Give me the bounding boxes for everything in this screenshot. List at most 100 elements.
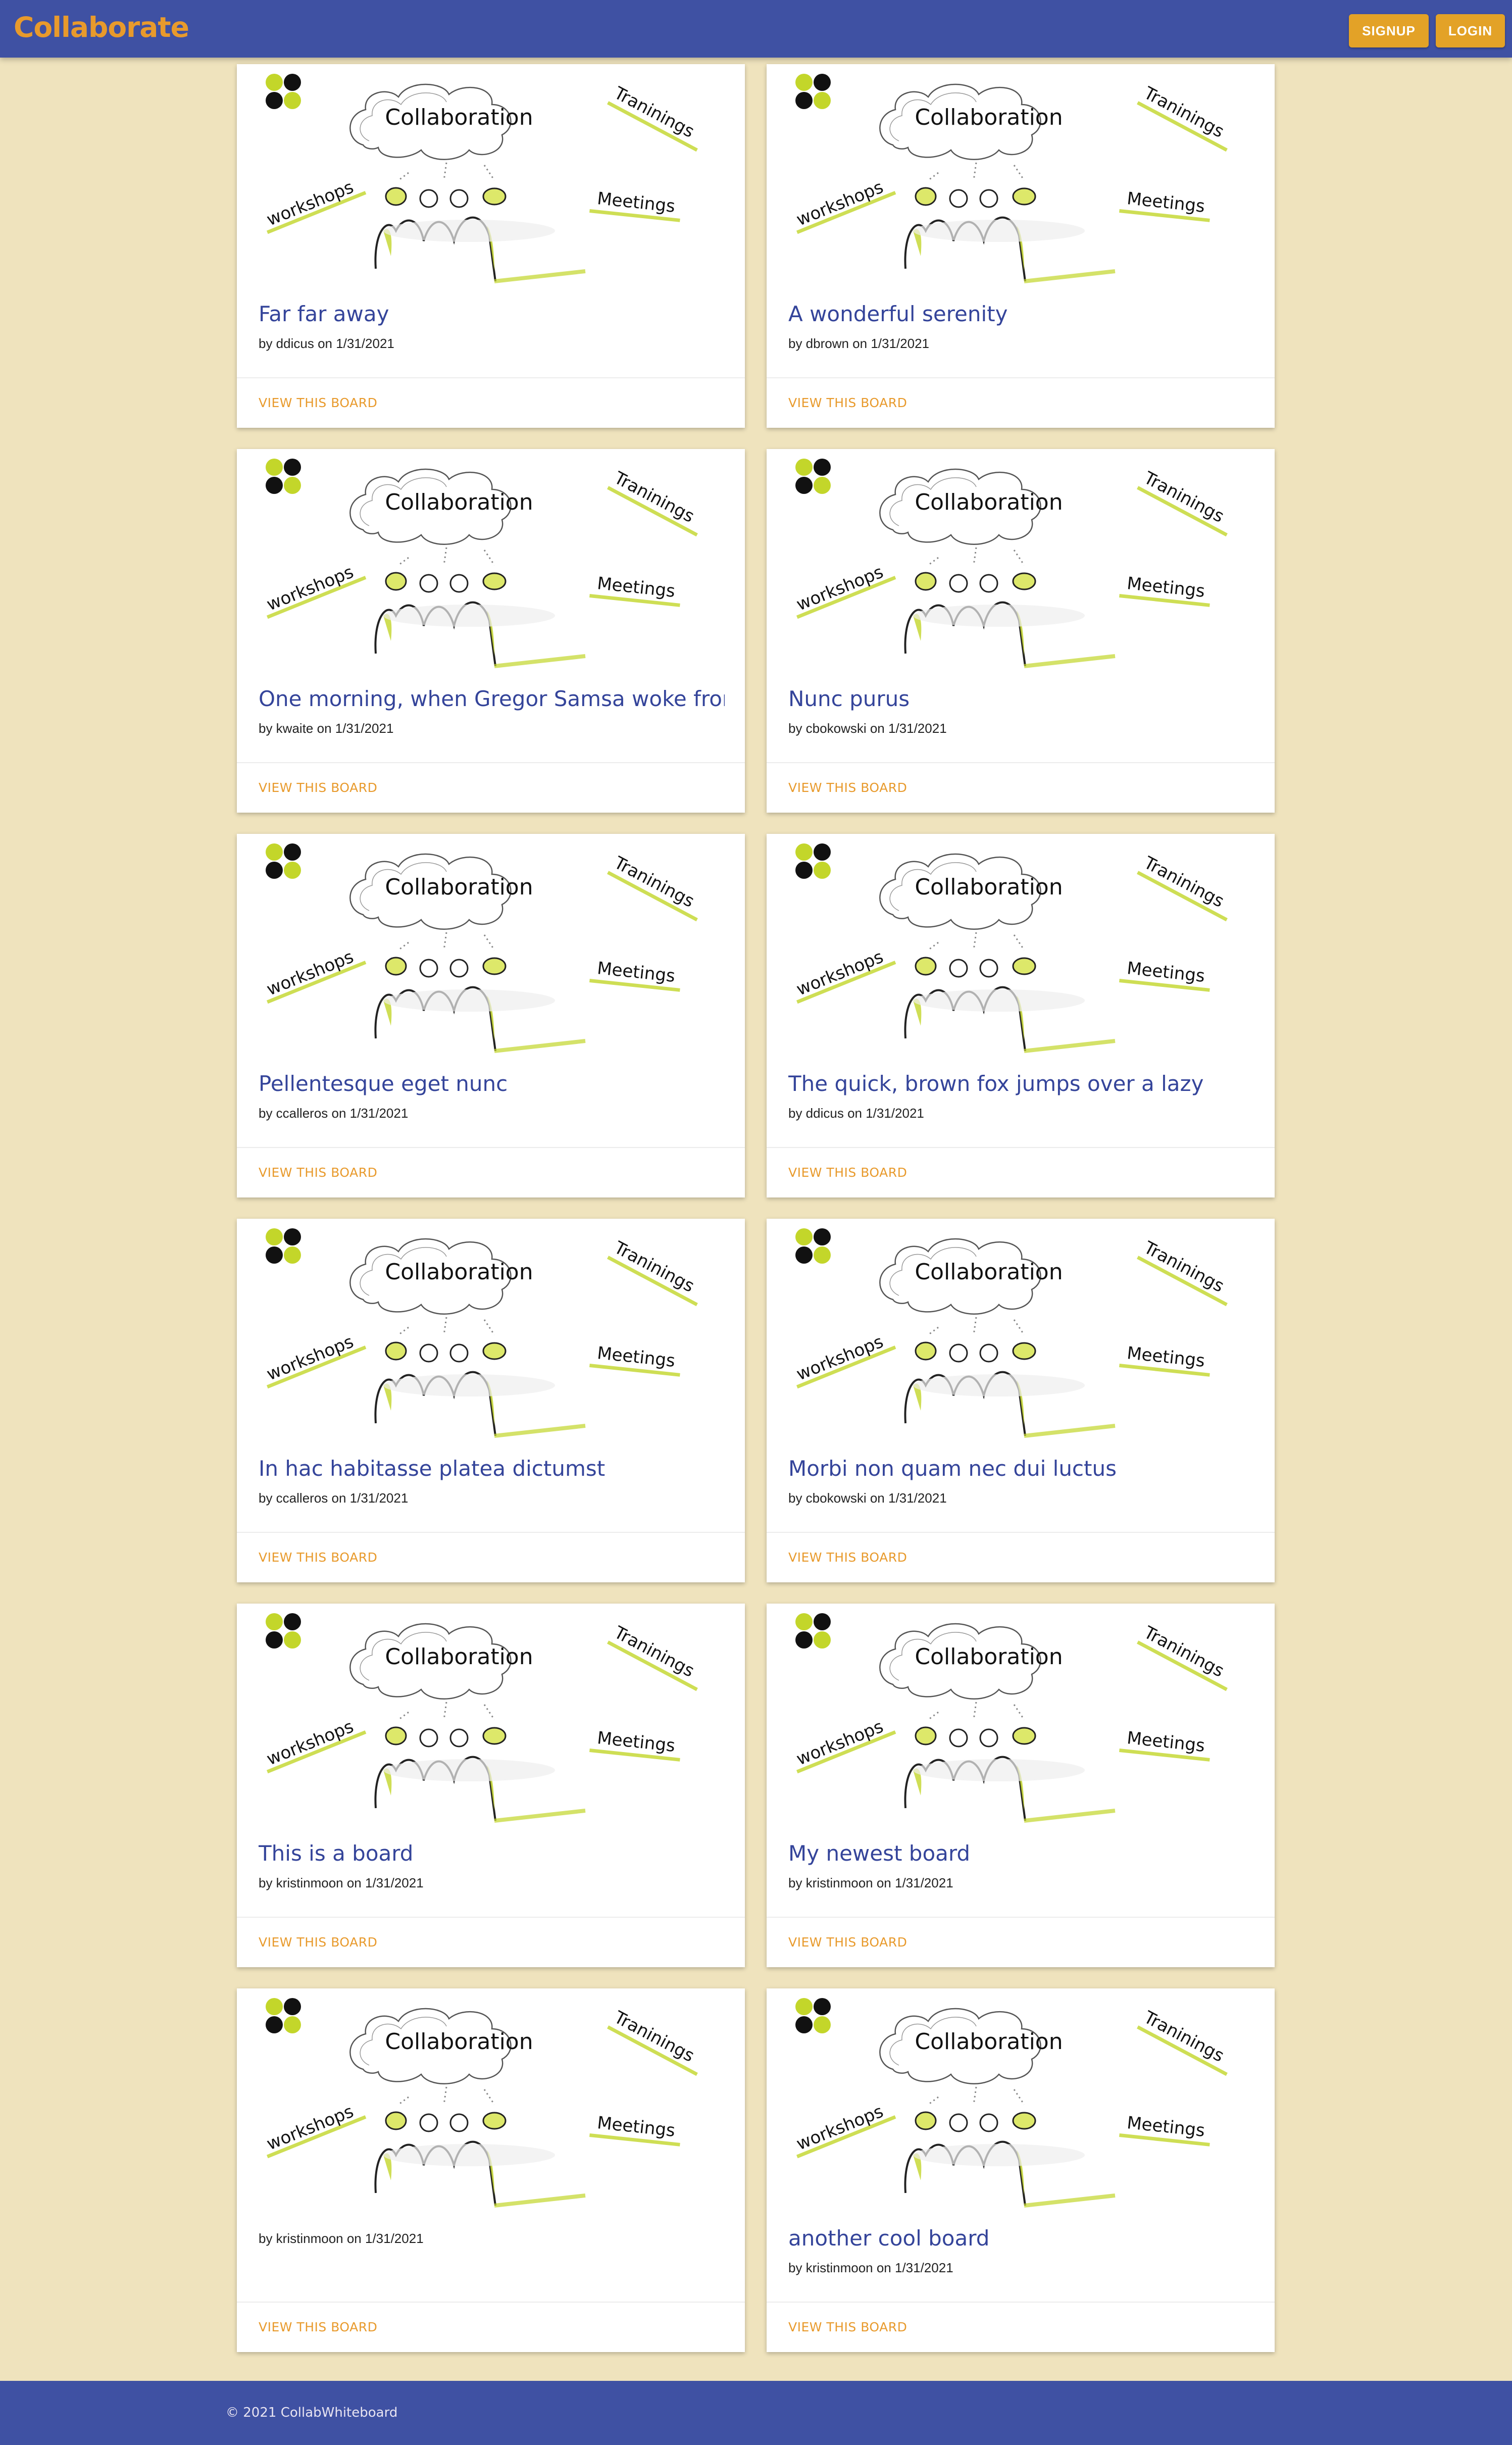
view-board-link[interactable]: VIEW THIS BOARD <box>788 2320 907 2334</box>
login-button[interactable]: LOGIN <box>1436 14 1505 47</box>
people-figures-icon <box>374 547 586 668</box>
collaboration-label: Collaboration <box>385 2029 533 2055</box>
collaboration-label: Collaboration <box>385 1644 533 1670</box>
workshops-label: workshops <box>264 1331 367 1389</box>
collaboration-label: Collaboration <box>915 2029 1063 2055</box>
card-divider <box>237 377 745 378</box>
meetings-label: Meetings <box>1119 573 1210 607</box>
collaboration-label: Collaboration <box>915 874 1063 900</box>
workshops-label: workshops <box>793 177 896 234</box>
view-board-link[interactable]: VIEW THIS BOARD <box>788 395 907 410</box>
card-divider <box>767 1147 1275 1148</box>
trainings-label: Traninings <box>607 468 698 537</box>
trainings-label: Traninings <box>607 853 698 922</box>
board-meta: by kristinmoon on 1/31/2021 <box>788 2260 953 2275</box>
meetings-label: Meetings <box>589 2113 680 2147</box>
workshops-label: workshops <box>264 946 367 1004</box>
board-card: Collaboration Traninings workshops Meeti… <box>767 834 1275 1197</box>
clover-logo-icon <box>795 843 831 879</box>
board-thumbnail: Collaboration Traninings workshops Meeti… <box>793 74 1228 283</box>
people-figures-icon <box>904 1317 1116 1438</box>
meetings-label: Meetings <box>589 573 680 607</box>
board-thumbnail: Collaboration Traninings workshops Meeti… <box>264 1613 698 1823</box>
meetings-label: Meetings <box>589 188 680 222</box>
people-figures-icon <box>374 162 586 283</box>
view-board-link[interactable]: VIEW THIS BOARD <box>259 1550 377 1565</box>
trainings-label: Traninings <box>1137 1237 1228 1307</box>
board-title: This is a board <box>259 1841 414 1866</box>
people-figures-icon <box>904 932 1116 1053</box>
collaboration-label: Collaboration <box>385 1259 533 1285</box>
brand-logo[interactable]: Collaborate <box>14 11 189 43</box>
footer-copyright: © 2021 CollabWhiteboard <box>226 2405 398 2420</box>
collaboration-label: Collaboration <box>915 1259 1063 1285</box>
view-board-link[interactable]: VIEW THIS BOARD <box>259 780 377 795</box>
board-title: Pellentesque eget nunc <box>259 1071 508 1096</box>
people-figures-icon <box>374 1317 586 1438</box>
board-card: Collaboration Traninings workshops Meeti… <box>767 449 1275 813</box>
board-title: Nunc purus <box>788 686 910 711</box>
meetings-label: Meetings <box>1119 1343 1210 1377</box>
board-card: Collaboration Traninings workshops Meeti… <box>237 834 745 1197</box>
trainings-label: Traninings <box>1137 853 1228 922</box>
board-title: The quick, brown fox jumps over a lazy <box>788 1071 1204 1096</box>
signup-button[interactable]: SIGNUP <box>1349 14 1429 47</box>
view-board-link[interactable]: VIEW THIS BOARD <box>259 1165 377 1180</box>
collaboration-label: Collaboration <box>915 105 1063 130</box>
meetings-label: Meetings <box>589 1343 680 1377</box>
meetings-label: Meetings <box>589 958 680 992</box>
view-board-link[interactable]: VIEW THIS BOARD <box>788 780 907 795</box>
card-divider <box>237 1917 745 1918</box>
clover-logo-icon <box>795 459 831 494</box>
workshops-label: workshops <box>793 2101 896 2159</box>
footer: © 2021 CollabWhiteboard <box>0 2381 1512 2445</box>
trainings-label: Traninings <box>1137 468 1228 537</box>
board-title: In hac habitasse platea dictumst <box>259 1456 606 1481</box>
workshops-label: workshops <box>793 946 896 1004</box>
view-board-link[interactable]: VIEW THIS BOARD <box>788 1550 907 1565</box>
clover-logo-icon <box>795 1998 831 2033</box>
card-divider <box>767 377 1275 378</box>
board-title: Morbi non quam nec dui luctus <box>788 1456 1117 1481</box>
meetings-label: Meetings <box>1119 188 1210 222</box>
trainings-label: Traninings <box>1137 1622 1228 1691</box>
board-card: Collaboration Traninings workshops Meeti… <box>237 1988 745 2352</box>
board-title: My newest board <box>788 1841 971 1866</box>
clover-logo-icon <box>266 843 301 879</box>
board-meta: by kristinmoon on 1/31/2021 <box>788 1875 953 1890</box>
people-figures-icon <box>904 547 1116 668</box>
workshops-label: workshops <box>264 562 367 619</box>
board-grid: Collaboration Traninings workshops Meeti… <box>237 64 1275 2352</box>
clover-logo-icon <box>266 1998 301 2033</box>
trainings-label: Traninings <box>1137 83 1228 152</box>
people-figures-icon <box>904 2086 1116 2208</box>
view-board-link[interactable]: VIEW THIS BOARD <box>259 395 377 410</box>
board-meta: by ddicus on 1/31/2021 <box>259 336 394 351</box>
people-figures-icon <box>374 1702 586 1823</box>
workshops-label: workshops <box>793 562 896 619</box>
trainings-label: Traninings <box>607 1237 698 1307</box>
card-divider <box>237 1532 745 1533</box>
board-thumbnail: Collaboration Traninings workshops Meeti… <box>264 1228 698 1438</box>
app-bar: Collaborate SIGNUP LOGIN <box>0 0 1512 58</box>
clover-logo-icon <box>795 74 831 109</box>
view-board-link[interactable]: VIEW THIS BOARD <box>259 2320 377 2334</box>
board-card: Collaboration Traninings workshops Meeti… <box>237 449 745 813</box>
board-meta: by kristinmoon on 1/31/2021 <box>259 1875 424 1890</box>
board-thumbnail: Collaboration Traninings workshops Meeti… <box>264 74 698 283</box>
board-thumbnail: Collaboration Traninings workshops Meeti… <box>793 459 1228 668</box>
board-card: Collaboration Traninings workshops Meeti… <box>237 64 745 428</box>
view-board-link[interactable]: VIEW THIS BOARD <box>788 1165 907 1180</box>
board-meta: by ddicus on 1/31/2021 <box>788 1106 924 1121</box>
board-meta: by dbrown on 1/31/2021 <box>788 336 929 351</box>
board-card: Collaboration Traninings workshops Meeti… <box>767 1988 1275 2352</box>
trainings-label: Traninings <box>607 1622 698 1691</box>
board-card: Collaboration Traninings workshops Meeti… <box>767 1604 1275 1967</box>
trainings-label: Traninings <box>607 83 698 152</box>
view-board-link[interactable]: VIEW THIS BOARD <box>788 1935 907 1950</box>
workshops-label: workshops <box>264 1716 367 1774</box>
card-divider <box>767 2302 1275 2303</box>
collaboration-label: Collaboration <box>915 489 1063 515</box>
view-board-link[interactable]: VIEW THIS BOARD <box>259 1935 377 1950</box>
meetings-label: Meetings <box>1119 958 1210 992</box>
